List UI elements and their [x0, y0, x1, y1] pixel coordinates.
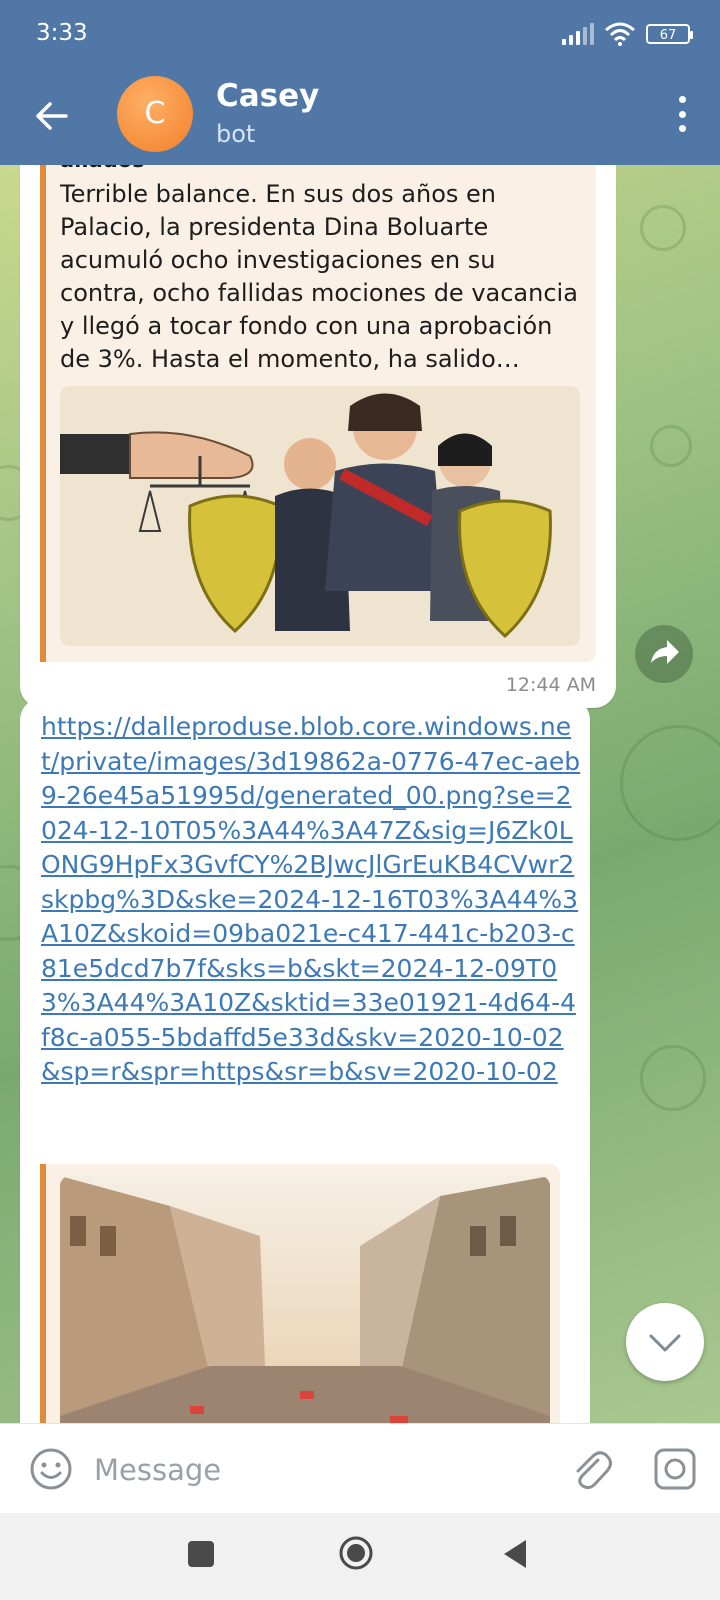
message-input[interactable] — [92, 1444, 536, 1496]
message-bubble[interactable]: https://dalleproduse.blob.core.windows.n… — [20, 698, 590, 1423]
chat-header: C Casey bot — [0, 72, 720, 165]
nav-recents-icon[interactable] — [188, 1541, 214, 1567]
message-time: 12:44 AM — [505, 674, 596, 696]
chevron-down-icon — [649, 1334, 681, 1352]
link-preview[interactable]: aliados Terrible balance. En sus dos año… — [40, 165, 596, 662]
status-bar: 3:33 67 — [0, 0, 720, 72]
preview-image[interactable] — [60, 1176, 550, 1423]
preview-description: Terrible balance. En sus dos años en Pal… — [60, 180, 578, 373]
more-vert-icon[interactable] — [676, 96, 688, 132]
message-composer — [0, 1423, 720, 1514]
chat-area: aliados Terrible balance. En sus dos año… — [0, 165, 720, 1423]
emoji-icon[interactable] — [28, 1446, 74, 1492]
camera-icon[interactable] — [652, 1446, 698, 1492]
share-icon[interactable] — [635, 625, 693, 683]
message-link[interactable]: https://dalleproduse.blob.core.windows.n… — [41, 710, 581, 1090]
chat-title[interactable]: Casey — [216, 78, 319, 114]
wifi-icon — [605, 22, 635, 46]
battery-icon: 67 — [646, 24, 693, 44]
system-nav-bar — [0, 1513, 720, 1600]
avatar[interactable]: C — [117, 76, 193, 152]
preview-image[interactable] — [60, 386, 580, 646]
signal-icon — [562, 23, 594, 45]
status-time: 3:33 — [36, 20, 88, 46]
nav-back-icon[interactable] — [500, 1537, 530, 1571]
scroll-down-button[interactable] — [626, 1303, 704, 1381]
status-icons: 67 — [562, 22, 693, 46]
attach-icon[interactable] — [565, 1444, 615, 1494]
message-bubble[interactable]: aliados Terrible balance. En sus dos año… — [20, 165, 616, 708]
nav-home-icon[interactable] — [338, 1535, 374, 1571]
chat-subtitle: bot — [216, 120, 256, 148]
back-arrow-icon[interactable] — [30, 94, 74, 138]
preview-title: aliados — [60, 165, 145, 172]
link-preview[interactable] — [40, 1164, 560, 1423]
